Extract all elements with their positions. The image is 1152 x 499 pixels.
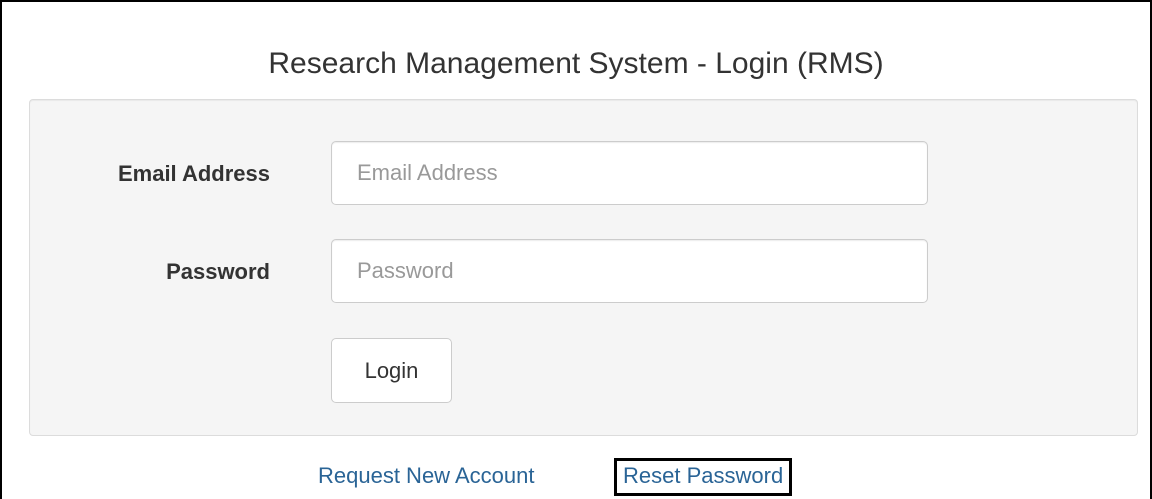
password-label: Password — [166, 259, 270, 284]
email-field[interactable] — [331, 141, 928, 205]
reset-password-link[interactable]: Reset Password — [614, 458, 793, 496]
login-button[interactable]: Login — [331, 338, 452, 403]
page-title: Research Management System - Login (RMS) — [268, 47, 884, 81]
account-links: Request New Account Reset Password — [0, 458, 1152, 496]
request-new-account-link[interactable]: Request New Account — [318, 462, 534, 490]
email-label: Email Address — [117, 161, 270, 186]
password-field[interactable] — [331, 239, 928, 303]
